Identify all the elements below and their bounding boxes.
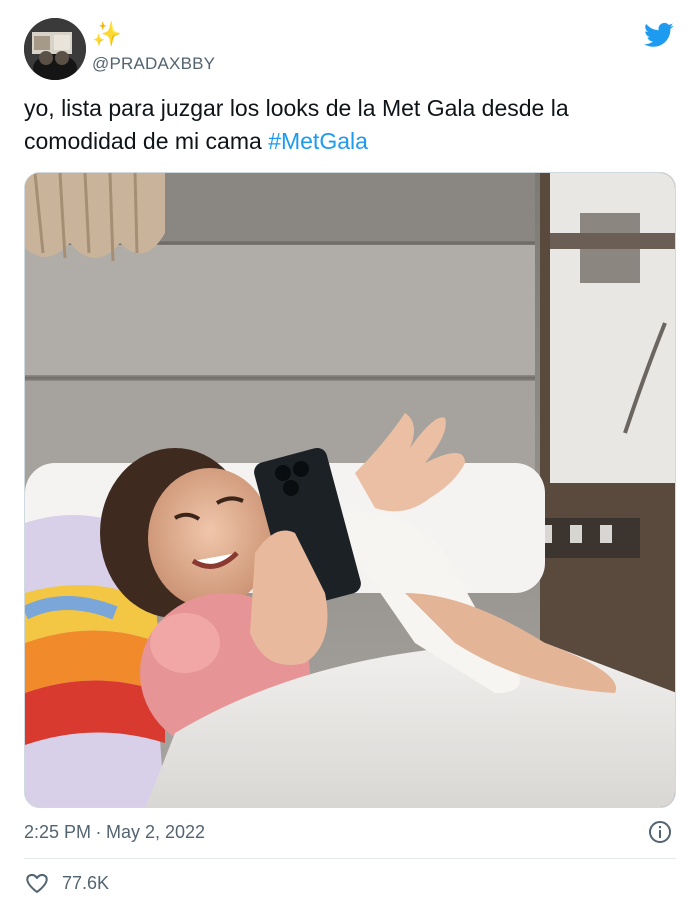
meta-separator: ·	[95, 822, 102, 842]
like-count: 77.6K	[62, 872, 110, 893]
divider	[24, 858, 676, 859]
tweet-time[interactable]: 2:25 PM	[24, 822, 91, 842]
tweet-photo[interactable]	[24, 172, 676, 808]
tweet-timestamp: 2:25 PM · May 2, 2022	[24, 818, 676, 848]
user-info: ✨ @PRADAXBBY	[92, 22, 215, 74]
user-handle[interactable]: @PRADAXBBY	[92, 54, 215, 74]
avatar[interactable]	[24, 18, 86, 80]
hashtag-link[interactable]: #MetGala	[268, 128, 368, 154]
sparkle-emoji: ✨	[92, 21, 122, 48]
heart-icon[interactable]	[24, 871, 50, 895]
photo-scene	[25, 173, 675, 807]
tweet-header: ✨ @PRADAXBBY	[24, 18, 676, 82]
like-action[interactable]: 77.6K	[24, 868, 109, 898]
info-icon[interactable]	[648, 820, 672, 844]
twitter-bird-icon[interactable]	[642, 20, 676, 50]
tweet-date[interactable]: May 2, 2022	[106, 822, 205, 842]
tweet-text: yo, lista para juzgar los looks de la Me…	[24, 92, 680, 158]
